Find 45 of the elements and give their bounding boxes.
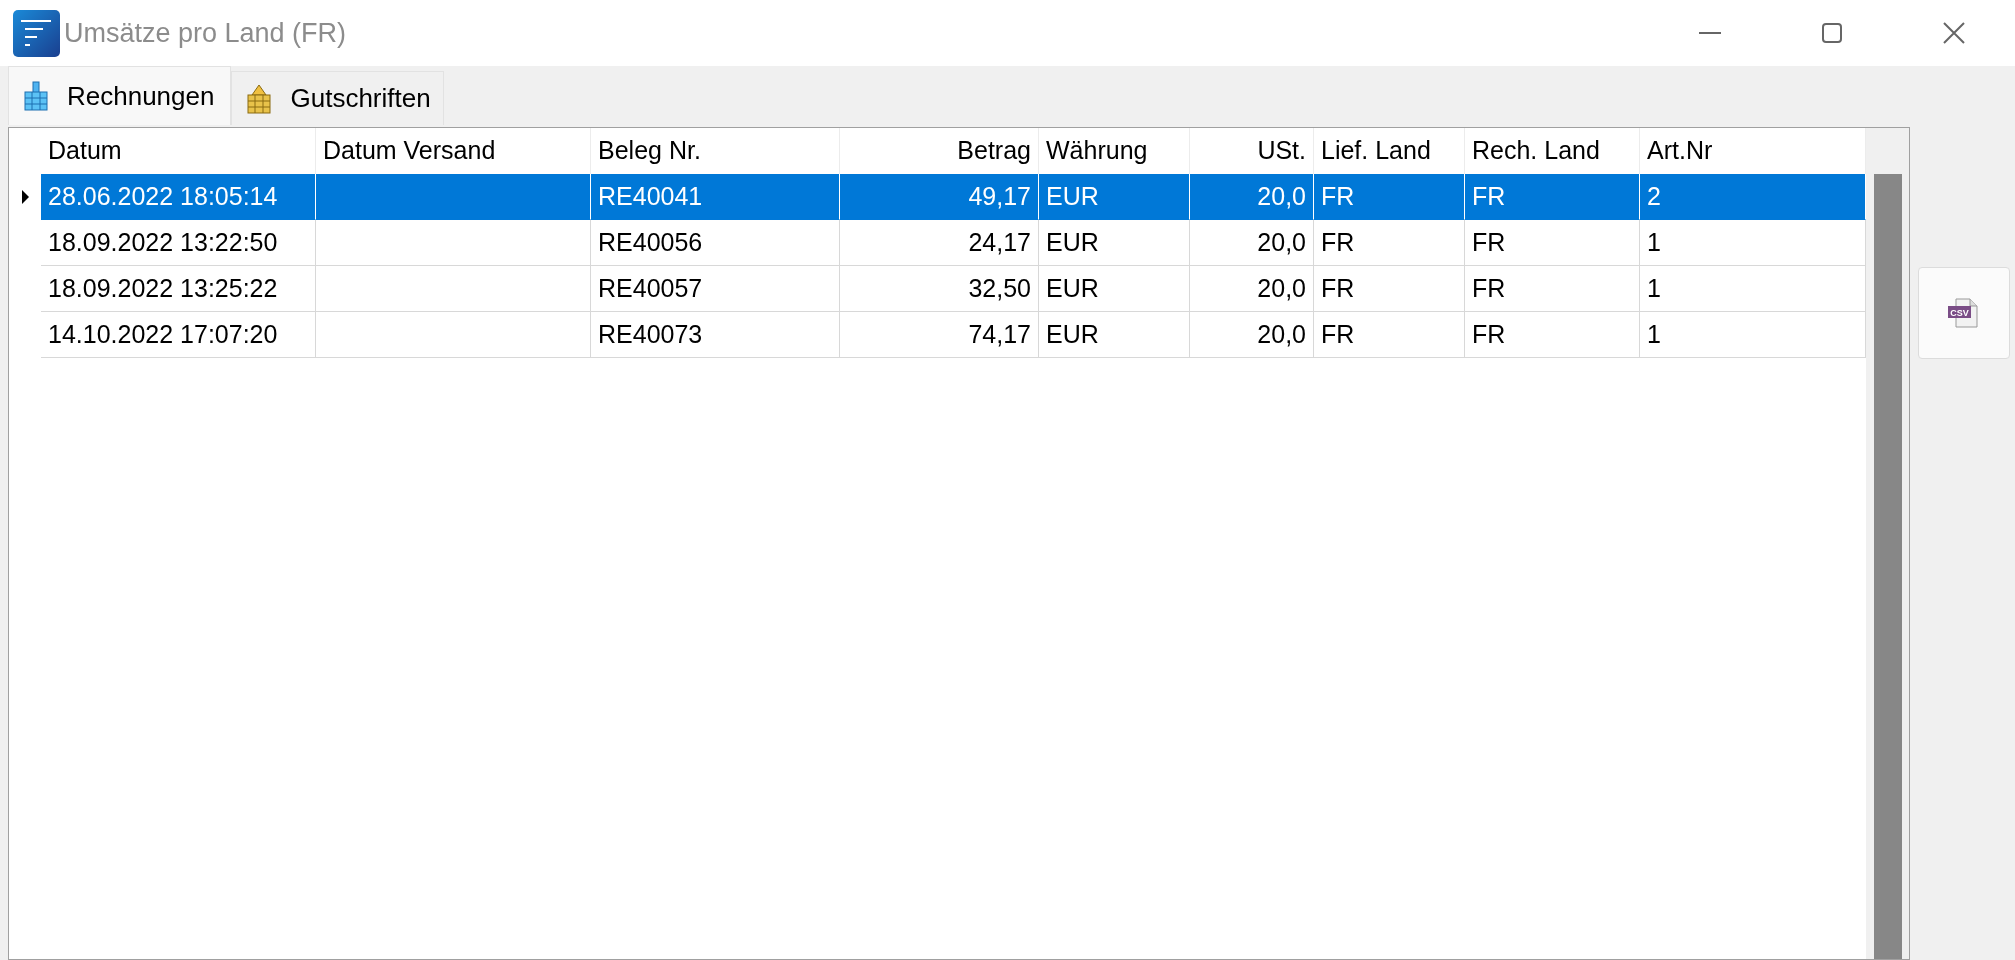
- table-row[interactable]: 18.09.2022 13:22:50 RE40056 24,17 EUR 20,0 FR FR 1: [9, 220, 1866, 266]
- table-cell: RE40073: [591, 312, 840, 358]
- table-row[interactable]: 28.06.2022 18:05:14 RE40041 49,17 EUR 20,0 FR FR 2: [9, 174, 1866, 220]
- box-icon: [21, 80, 51, 112]
- scrollbar-thumb[interactable]: [1873, 174, 1902, 959]
- table-cell: 18.09.2022 13:22:50: [41, 220, 316, 266]
- table-cell: EUR: [1039, 220, 1190, 266]
- table-cell: 20,0: [1190, 220, 1314, 266]
- table-cell: 28.06.2022 18:05:14: [41, 174, 316, 220]
- tab[interactable]: Rechnungen: [8, 66, 232, 125]
- table-cell: RE40041: [591, 174, 840, 220]
- table-cell: 32,50: [840, 266, 1039, 312]
- table-cell: FR: [1314, 220, 1465, 266]
- table-cell: EUR: [1039, 174, 1190, 220]
- table-row[interactable]: 18.09.2022 13:25:22 RE40057 32,50 EUR 20,0 FR FR 1: [9, 266, 1866, 312]
- table-cell: FR: [1314, 266, 1465, 312]
- table-cell: EUR: [1039, 266, 1190, 312]
- table-cell: 74,17: [840, 312, 1039, 358]
- table-cell: FR: [1314, 312, 1465, 358]
- table-cell: FR: [1465, 312, 1640, 358]
- table-cell: 20,0: [1190, 312, 1314, 358]
- table-cell: FR: [1465, 266, 1640, 312]
- table-cell: RE40057: [591, 266, 840, 312]
- table-cell: 18.09.2022 13:25:22: [41, 266, 316, 312]
- table-cell: 49,17: [840, 174, 1039, 220]
- minimize-icon[interactable]: [1699, 31, 1721, 35]
- table-cell: EUR: [1039, 312, 1190, 358]
- table-cell: RE40056: [591, 220, 840, 266]
- current-row-icon: [21, 190, 29, 204]
- table-cell: 20,0: [1190, 174, 1314, 220]
- scrollbar[interactable]: [1866, 128, 1909, 959]
- export-button[interactable]: CSV: [1918, 267, 2010, 359]
- tab[interactable]: Gutschriften: [231, 71, 444, 125]
- table-cell: 20,0: [1190, 266, 1314, 312]
- window-title: Umsätze pro Land (FR): [64, 17, 348, 49]
- maximize-icon[interactable]: [1822, 23, 1842, 43]
- table-cell: 14.10.2022 17:07:20: [41, 312, 316, 358]
- table-cell: 24,17: [840, 220, 1039, 266]
- app-icon: [13, 9, 60, 57]
- table-row[interactable]: 14.10.2022 17:07:20 RE40073 74,17 EUR 20,0 FR FR 1: [9, 312, 1866, 358]
- table-cell: FR: [1314, 174, 1465, 220]
- close-icon[interactable]: [1943, 22, 1965, 44]
- table-cell: 2: [1640, 174, 1866, 220]
- table-cell: FR: [1465, 220, 1640, 266]
- table-cell: FR: [1465, 174, 1640, 220]
